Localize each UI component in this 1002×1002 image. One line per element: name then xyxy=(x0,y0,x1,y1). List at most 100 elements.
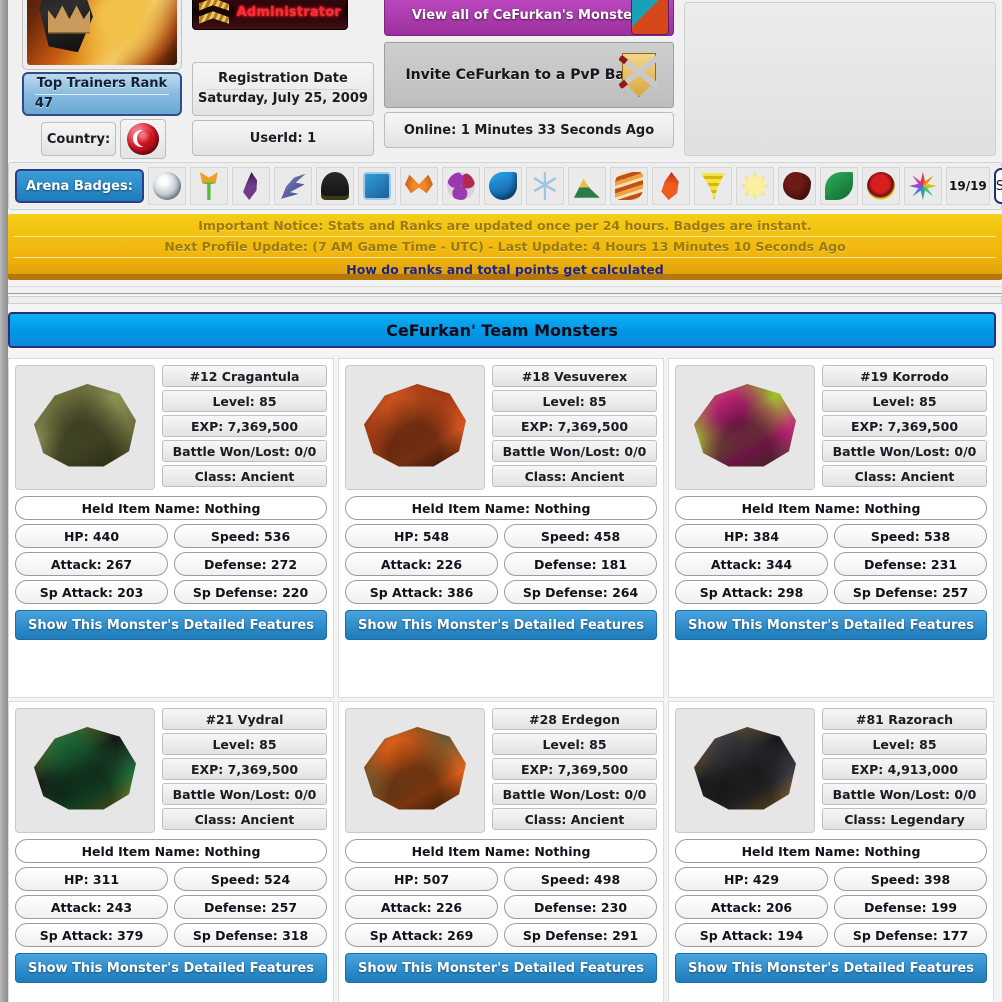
monster-held-item: Held Item Name: Nothing xyxy=(15,839,327,863)
ranks-calculation-link[interactable]: How do ranks and total points get calcul… xyxy=(14,258,996,277)
monster-name: #28 Erdegon xyxy=(492,708,657,730)
monster-exp: EXP: 7,369,500 xyxy=(492,758,657,780)
monster-class: Class: Legendary xyxy=(822,808,987,830)
show-detailed-features-button[interactable]: Show This Monster's Detailed Features xyxy=(15,610,327,640)
monster-grid: #12 Cragantula Level: 85 EXP: 7,369,500 Bat… xyxy=(8,358,996,1002)
badge-orange-strata-glyph xyxy=(614,172,643,200)
monster-image[interactable] xyxy=(675,365,815,490)
divider-2 xyxy=(8,296,1002,304)
badge-white-snowflake-icon[interactable] xyxy=(525,167,564,205)
show-detailed-features-button[interactable]: Show This Monster's Detailed Features xyxy=(15,953,327,983)
badge-green-leaf-icon[interactable] xyxy=(819,167,858,205)
show-badges-button[interactable]: Show xyxy=(993,168,1002,204)
monster-exp: EXP: 4,913,000 xyxy=(822,758,987,780)
monster-held-item: Held Item Name: Nothing xyxy=(345,496,657,520)
badge-blue-square-glyph xyxy=(362,172,391,200)
monster-image[interactable] xyxy=(15,365,155,490)
notice-line-2: Next Profile Update: (7 AM Game Time - U… xyxy=(14,237,996,258)
monster-held-item: Held Item Name: Nothing xyxy=(675,496,987,520)
monster-hp: HP: 384 xyxy=(675,524,828,548)
badge-mountain-icon[interactable] xyxy=(567,167,606,205)
monster-defense: Defense: 231 xyxy=(834,552,987,576)
notice-line-1: Important Notice: Stats and Ranks are up… xyxy=(14,216,996,237)
badge-green-flower-icon[interactable] xyxy=(189,167,228,205)
administrator-badge: Administrator xyxy=(192,0,374,54)
monster-sp-attack: Sp Attack: 203 xyxy=(15,580,168,604)
view-all-monsters-button[interactable]: View all of CeFurkan's Monsters xyxy=(384,0,674,36)
badge-purple-cells-icon[interactable] xyxy=(441,167,480,205)
show-detailed-features-button[interactable]: Show This Monster's Detailed Features xyxy=(675,610,987,640)
crossed-swords-shield-icon xyxy=(613,49,665,101)
monster-name: #12 Cragantula xyxy=(162,365,327,387)
monster-image[interactable] xyxy=(345,365,485,490)
badge-red-eclipse-icon[interactable] xyxy=(861,167,900,205)
left-gutter xyxy=(0,0,8,1002)
user-id: UserId: 1 xyxy=(192,120,374,156)
badge-purple-cells-glyph xyxy=(446,172,475,200)
badge-orange-butterfly-icon[interactable] xyxy=(399,167,438,205)
monster-battle-record: Battle Won/Lost: 0/0 xyxy=(492,783,657,805)
monster-battle-record: Battle Won/Lost: 0/0 xyxy=(162,440,327,462)
badge-grey-orb-icon[interactable] xyxy=(147,167,186,205)
badge-blue-wave-icon[interactable] xyxy=(483,167,522,205)
monster-sp-defense: Sp Defense: 264 xyxy=(504,580,657,604)
badge-orange-butterfly-glyph xyxy=(404,174,433,194)
crown-icon xyxy=(48,5,90,34)
show-detailed-features-button[interactable]: Show This Monster's Detailed Features xyxy=(675,953,987,983)
country-flag-button[interactable] xyxy=(120,119,166,159)
badge-dark-red-rock-icon[interactable] xyxy=(777,167,816,205)
monster-class: Class: Ancient xyxy=(822,465,987,487)
badge-yellow-cyclone-icon[interactable] xyxy=(693,167,732,205)
arena-badges-bar: Arena Badges: 19/19 Show xyxy=(8,162,1002,210)
registration-date: Registration Date Saturday, July 25, 200… xyxy=(192,62,374,116)
badge-yellow-sun-icon[interactable] xyxy=(735,167,774,205)
view-all-label: View all of CeFurkan's Monsters xyxy=(411,7,647,23)
show-detailed-features-button[interactable]: Show This Monster's Detailed Features xyxy=(345,953,657,983)
badge-blue-feather-icon[interactable] xyxy=(273,167,312,205)
divider-1 xyxy=(8,286,1002,294)
red-beast-monster-image xyxy=(363,384,466,467)
monster-card: #18 Vesuverex Level: 85 EXP: 7,369,500 Batt… xyxy=(338,358,664,698)
monster-level: Level: 85 xyxy=(492,390,657,412)
monster-attack: Attack: 206 xyxy=(675,895,828,919)
badge-blue-square-icon[interactable] xyxy=(357,167,396,205)
monster-sp-defense: Sp Defense: 257 xyxy=(834,580,987,604)
monster-card: #21 Vydral Level: 85 EXP: 7,369,500 Battle … xyxy=(8,701,334,1002)
monster-defense: Defense: 230 xyxy=(504,895,657,919)
monster-name: #19 Korrodo xyxy=(822,365,987,387)
registration-value: Saturday, July 25, 2009 xyxy=(198,91,368,106)
monster-exp: EXP: 7,369,500 xyxy=(492,415,657,437)
badge-purple-swirl-glyph xyxy=(243,172,258,200)
magma-beast-monster-image xyxy=(363,727,466,810)
monster-attack: Attack: 344 xyxy=(675,552,828,576)
monster-hp: HP: 429 xyxy=(675,867,828,891)
monster-image[interactable] xyxy=(675,708,815,833)
monsters-thumbnail-icon xyxy=(631,0,669,35)
rank-value: 47 xyxy=(34,93,170,112)
badge-purple-swirl-icon[interactable] xyxy=(231,167,270,205)
badge-count: 19/19 xyxy=(945,167,990,205)
monster-sp-attack: Sp Attack: 379 xyxy=(15,923,168,947)
monster-sp-defense: Sp Defense: 177 xyxy=(834,923,987,947)
monster-held-item: Held Item Name: Nothing xyxy=(345,839,657,863)
monster-name: #21 Vydral xyxy=(162,708,327,730)
badge-dark-ghost-icon[interactable] xyxy=(315,167,354,205)
monster-defense: Defense: 257 xyxy=(174,895,327,919)
monster-row: #12 Cragantula Level: 85 EXP: 7,369,500 Bat… xyxy=(8,358,996,698)
pvp-invite-button[interactable]: Invite CeFurkan to a PvP Battle xyxy=(384,42,674,108)
monster-class: Class: Ancient xyxy=(492,465,657,487)
badge-blue-feather-glyph xyxy=(281,173,306,199)
monster-image[interactable] xyxy=(15,708,155,833)
monster-exp: EXP: 7,369,500 xyxy=(162,415,327,437)
monster-sp-attack: Sp Attack: 298 xyxy=(675,580,828,604)
badge-red-flame-icon[interactable] xyxy=(651,167,690,205)
monster-battle-record: Battle Won/Lost: 0/0 xyxy=(822,440,987,462)
show-detailed-features-button[interactable]: Show This Monster's Detailed Features xyxy=(345,610,657,640)
badge-rainbow-star-icon[interactable] xyxy=(903,167,942,205)
badge-yellow-cyclone-glyph xyxy=(701,173,725,200)
monster-hp: HP: 548 xyxy=(345,524,498,548)
monster-exp: EXP: 7,369,500 xyxy=(162,758,327,780)
badge-orange-strata-icon[interactable] xyxy=(609,167,648,205)
monster-battle-record: Battle Won/Lost: 0/0 xyxy=(162,783,327,805)
monster-image[interactable] xyxy=(345,708,485,833)
